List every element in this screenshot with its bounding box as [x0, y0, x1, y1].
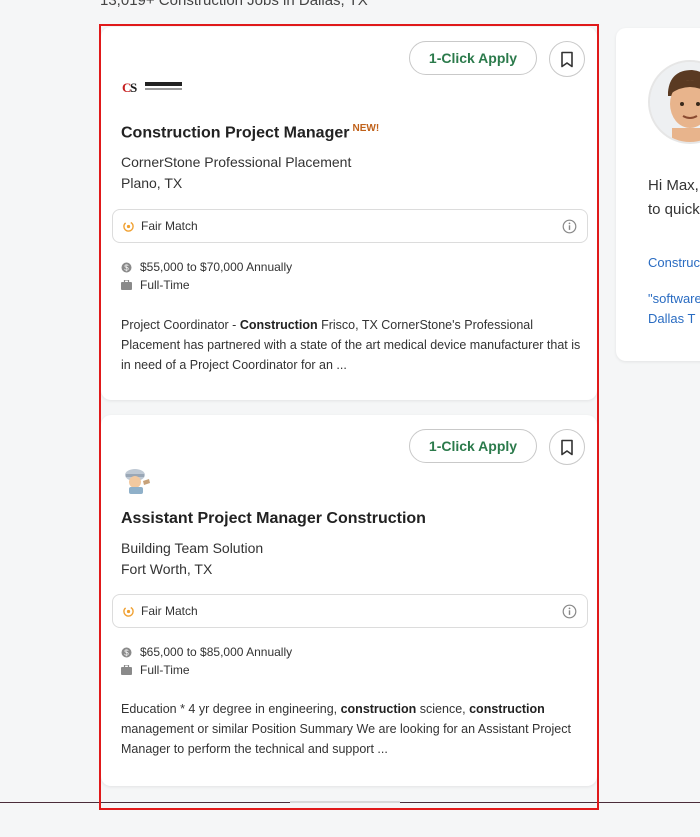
desc-keyword: Construction [239, 318, 318, 332]
one-click-apply-button[interactable]: 1-Click Apply [409, 429, 537, 463]
job-type-row: Full-Time [121, 663, 190, 677]
new-badge: NEW! [352, 123, 380, 134]
job-location: Plano, TX [121, 175, 183, 191]
results-count: 13,019+ Construction Jobs in Dallas, TX [100, 0, 368, 9]
bookmark-icon [561, 439, 573, 455]
svg-text:$: $ [124, 648, 129, 657]
salary-text: $55,000 to $70,000 Annually [140, 260, 293, 274]
match-star-icon [123, 605, 134, 617]
desc-text: Education * 4 yr degree in engineering, [121, 702, 341, 716]
one-click-apply-button[interactable]: 1-Click Apply [409, 41, 537, 75]
desc-text: Project Coordinator - [121, 318, 240, 332]
job-description: Education * 4 yr degree in engineering, … [121, 699, 583, 759]
greeting-line: Hi Max, [648, 177, 699, 194]
salary-row: $ $65,000 to $85,000 Annually [121, 645, 292, 659]
company-name: CornerStone Professional Placement [121, 154, 352, 170]
desc-text: management or similar Position Summary W… [121, 722, 571, 756]
job-type-text: Full-Time [140, 278, 190, 292]
company-name: Building Team Solution [121, 540, 264, 556]
money-icon: $ [121, 647, 132, 657]
scroll-indicator [290, 801, 400, 803]
desc-text: science, [416, 702, 470, 716]
save-job-button[interactable] [549, 41, 585, 77]
bookmark-icon [561, 51, 573, 67]
job-title-text[interactable]: Construction Project Manager [121, 124, 349, 141]
company-logo [121, 463, 153, 500]
desc-keyword: construction [469, 702, 545, 716]
info-icon[interactable] [562, 604, 577, 619]
job-card[interactable]: 1-Click Apply Assistant Project Manager … [101, 415, 597, 786]
save-job-button[interactable] [549, 429, 585, 465]
assistant-card: Hi Max, to quick Construc "software Dall… [616, 28, 700, 361]
job-type-text: Full-Time [140, 663, 190, 677]
suggestion-link-line[interactable]: Dallas T [648, 309, 700, 329]
briefcase-icon [121, 665, 132, 675]
job-description: Project Coordinator - Construction Frisc… [121, 315, 583, 375]
job-location: Fort Worth, TX [121, 561, 213, 577]
assistant-greeting: Hi Max, to quick [648, 174, 700, 222]
match-label: Fair Match [141, 219, 198, 233]
money-icon: $ [121, 262, 132, 272]
svg-text:S: S [130, 80, 137, 95]
suggestion-link[interactable]: "software Dallas T [648, 289, 700, 329]
info-icon[interactable] [562, 219, 577, 234]
job-title[interactable]: Assistant Project Manager Construction [121, 510, 426, 528]
salary-row: $ $55,000 to $70,000 Annually [121, 260, 292, 274]
salary-text: $65,000 to $85,000 Annually [140, 645, 293, 659]
job-title[interactable]: Construction Project Manager NEW! [121, 123, 379, 142]
job-title-text[interactable]: Assistant Project Manager Construction [121, 510, 426, 527]
suggestion-link[interactable]: Construc [648, 253, 700, 273]
briefcase-icon [121, 280, 132, 290]
match-star-icon [123, 220, 134, 232]
desc-keyword: construction [340, 702, 417, 716]
job-card[interactable]: 1-Click Apply C S Construction Project M… [101, 27, 597, 400]
job-type-row: Full-Time [121, 278, 190, 292]
greeting-line: to quick [648, 201, 700, 218]
suggestion-link-line[interactable]: "software [648, 289, 700, 309]
match-label: Fair Match [141, 604, 198, 618]
match-indicator: Fair Match [112, 594, 588, 628]
company-logo: C S [121, 79, 183, 100]
match-indicator: Fair Match [112, 209, 588, 243]
svg-text:$: $ [124, 263, 129, 272]
avatar [648, 60, 700, 144]
